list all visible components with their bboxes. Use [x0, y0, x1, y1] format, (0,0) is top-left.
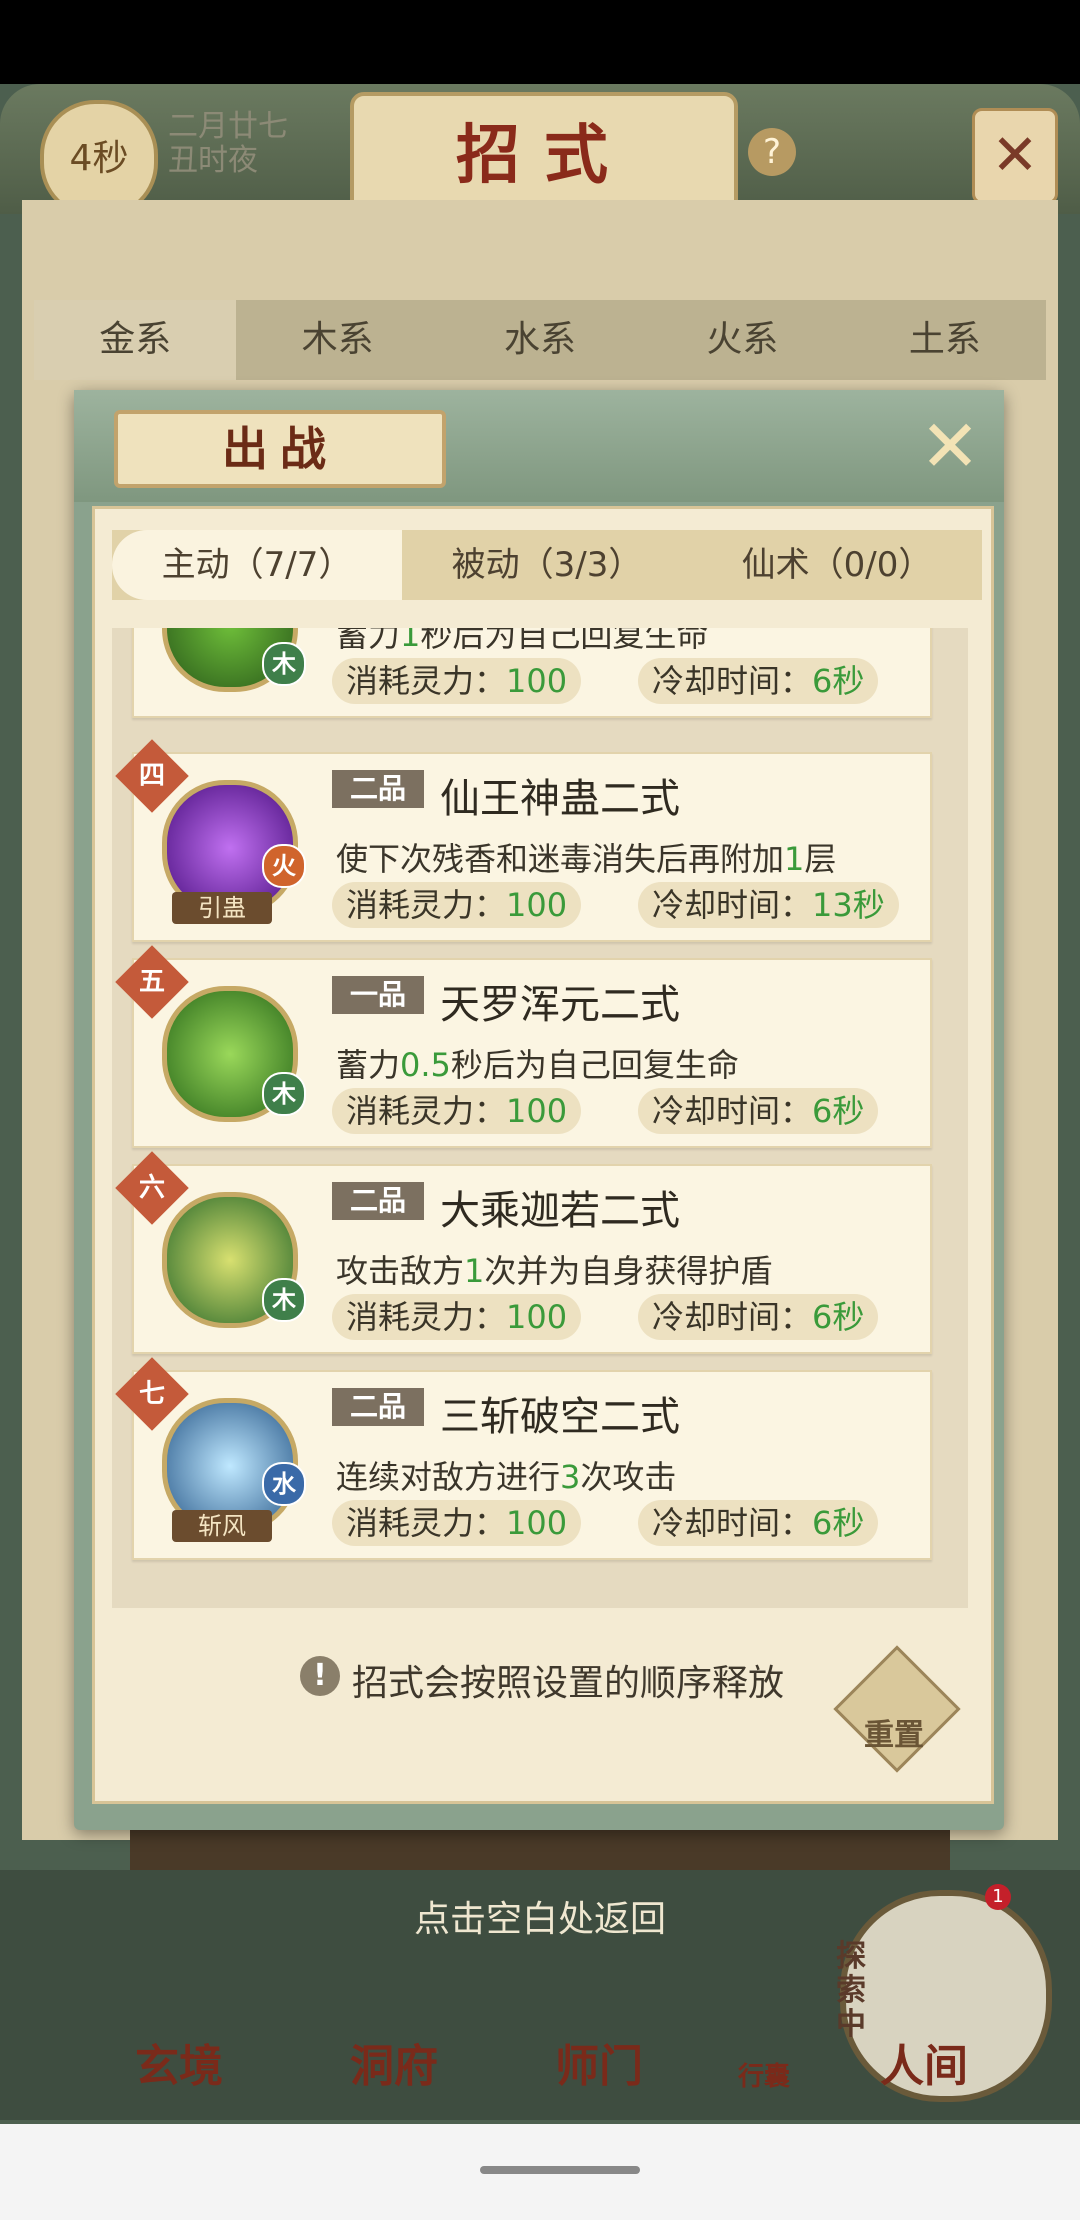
element-wood-icon: 木 — [262, 1072, 306, 1116]
home-handle[interactable] — [480, 2166, 640, 2174]
nav-xuanjing[interactable]: 玄境 — [135, 2030, 223, 2094]
element-tabs: 金系 木系 水系 火系 土系 — [34, 300, 1046, 380]
info-icon: ! — [300, 1656, 340, 1696]
modal-title: 出战 — [114, 410, 446, 488]
game-date: 二月廿七 丑时夜 — [168, 110, 288, 178]
order-badge: 五 — [115, 945, 189, 1019]
close-page-button[interactable]: ✕ — [972, 108, 1058, 204]
grade-badge: 二品 — [332, 1388, 424, 1426]
skill-type-tabs: 主动（7/7） 被动（3/3） 仙术（0/0） — [112, 530, 982, 600]
tab-fire[interactable]: 火系 — [641, 300, 843, 380]
skill-description: 蓄力0.5秒后为自己回复生命 — [336, 1046, 739, 1084]
skill-description: 使下次残香和迷毒消失后再附加1层 — [336, 840, 837, 878]
skill-name: 三斩破空二式 — [440, 1394, 680, 1440]
skill-description: 攻击敌方1次并为自身获得护盾 — [336, 1252, 773, 1290]
skill-cooldown: 冷却时间：6秒 — [638, 1500, 879, 1546]
element-wood-icon: 木 — [262, 1278, 306, 1322]
icon-caption: 引蛊 — [172, 892, 272, 924]
tab-water[interactable]: 水系 — [439, 300, 641, 380]
order-badge: 六 — [115, 1151, 189, 1225]
skill-cooldown: 冷却时间：6秒 — [638, 1088, 879, 1134]
skill-cooldown: 冷却时间：13秒 — [638, 882, 899, 928]
skill-cost: 消耗灵力：100 — [332, 1088, 582, 1134]
help-icon[interactable]: ? — [748, 128, 796, 176]
skill-name: 仙王神蛊二式 — [440, 776, 680, 822]
skill-cooldown: 冷却时间：6秒 — [638, 658, 879, 704]
order-hint: 招式会按照设置的顺序释放 — [352, 1663, 785, 1704]
tab-wood[interactable]: 木系 — [236, 300, 438, 380]
tab-passive-skills[interactable]: 被动（3/3） — [402, 530, 692, 600]
grade-badge: 一品 — [332, 976, 424, 1014]
grade-badge: 二品 — [332, 770, 424, 808]
skill-card[interactable]: 七 斩风 水 二品 三斩破空二式 连续对敌方进行3次攻击 消耗灵力：100 冷却… — [115, 1357, 932, 1560]
element-wood-icon: 木 — [262, 642, 306, 686]
date-line-2: 丑时夜 — [168, 143, 258, 178]
tab-earth[interactable]: 土系 — [844, 300, 1046, 380]
skill-cost: 消耗灵力：100 — [332, 658, 582, 704]
close-icon[interactable]: ✕ — [910, 406, 990, 486]
skill-card[interactable]: 六 木 二品 大乘迦若二式 攻击敌方1次并为自身获得护盾 消耗灵力：100 冷却… — [115, 1151, 932, 1354]
skill-card[interactable]: 五 木 一品 天罗浑元二式 蓄力0.5秒后为自己回复生命 消耗灵力：100 冷却… — [115, 945, 932, 1148]
skill-description: 蓄力1秒后为自己回复生命 — [336, 628, 709, 654]
order-badge: 七 — [115, 1357, 189, 1431]
tab-active-skills[interactable]: 主动（7/7） — [112, 530, 402, 600]
nav-shimen[interactable]: 师门 — [555, 2030, 643, 2094]
order-badge: 四 — [115, 739, 189, 813]
skill-cost: 消耗灵力：100 — [332, 1500, 582, 1546]
skill-description: 连续对敌方进行3次攻击 — [336, 1458, 677, 1496]
explore-label: 探索中 — [836, 1939, 866, 2042]
skill-list[interactable]: 木 蓄力1秒后为自己回复生命 消耗灵力：100 冷却时间：6秒 四 引蛊 火 二… — [112, 628, 968, 1608]
date-line-1: 二月廿七 — [168, 109, 288, 144]
tab-immortal-arts[interactable]: 仙术（0/0） — [692, 530, 982, 600]
skill-name: 大乘迦若二式 — [440, 1188, 680, 1234]
element-fire-icon: 火 — [262, 844, 306, 888]
tab-metal[interactable]: 金系 — [34, 300, 237, 380]
skill-cost: 消耗灵力：100 — [332, 1294, 582, 1340]
skill-cost: 消耗灵力：100 — [332, 882, 582, 928]
element-water-icon: 水 — [262, 1462, 306, 1506]
nav-dongfu[interactable]: 洞府 — [350, 2030, 438, 2094]
skill-cooldown: 冷却时间：6秒 — [638, 1294, 879, 1340]
icon-caption: 斩风 — [172, 1510, 272, 1542]
reset-label[interactable]: 重置 — [852, 1710, 936, 1754]
grade-badge: 二品 — [332, 1182, 424, 1220]
nav-renjian[interactable]: 人间 — [880, 2030, 968, 2094]
skill-name: 天罗浑元二式 — [440, 982, 680, 1028]
nav-xingnang[interactable]: 行囊 — [738, 2056, 790, 2093]
skill-card[interactable]: 木 蓄力1秒后为自己回复生命 消耗灵力：100 冷却时间：6秒 — [132, 628, 932, 718]
notification-badge: 1 — [985, 1884, 1011, 1910]
skill-card[interactable]: 四 引蛊 火 二品 仙王神蛊二式 使下次残香和迷毒消失后再附加1层 消耗灵力：1… — [115, 739, 932, 942]
